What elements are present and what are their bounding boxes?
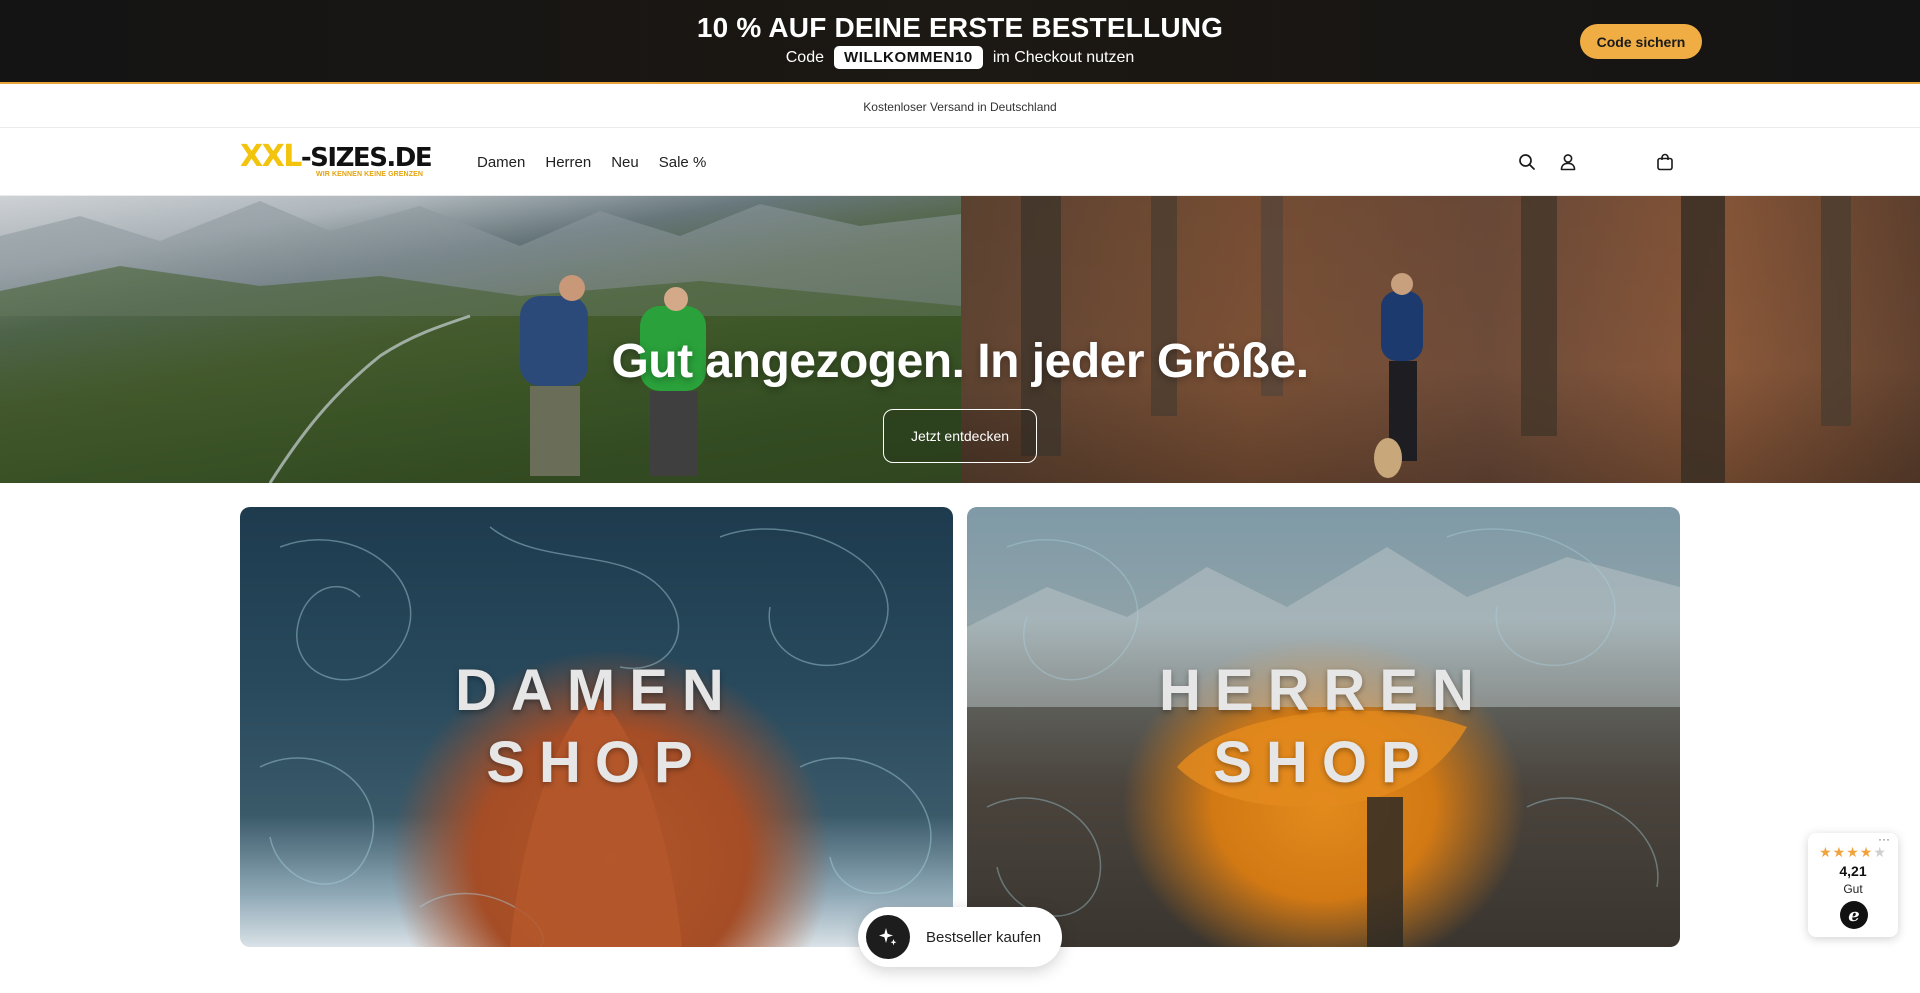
logo-tagline: WIR KENNEN KEINE GRENZEN <box>316 171 424 178</box>
rating-word: Gut <box>1843 882 1863 896</box>
promo-code-suffix: im Checkout nutzen <box>992 48 1135 66</box>
hero-discover-button[interactable]: Jetzt entdecken <box>883 409 1037 463</box>
shipping-bar: Kostenloser Versand in Deutschland <box>0 86 1920 128</box>
star-icon: ★ <box>1846 844 1860 860</box>
herren-title-line2: SHOP <box>1213 730 1434 795</box>
tile-herren-shop[interactable]: HERREN SHOP <box>967 507 1680 947</box>
sparkle-icon <box>866 915 910 959</box>
shipping-text: Kostenloser Versand in Deutschland <box>863 99 1057 114</box>
rating-score: 4,21 <box>1839 863 1867 879</box>
logo-wordmark: XXL-SIZES.DE <box>240 139 458 174</box>
bestseller-button[interactable]: Bestseller kaufen <box>858 907 1062 967</box>
damen-title-line2: SHOP <box>486 730 707 795</box>
save-code-button[interactable]: Code sichern <box>1580 24 1702 59</box>
star-icon: ★ <box>1859 844 1874 860</box>
account-icon[interactable] <box>1556 150 1580 174</box>
star-empty-icon: ★ <box>1873 844 1887 860</box>
nav-item-sale[interactable]: Sale % <box>659 154 707 171</box>
search-icon[interactable] <box>1515 150 1539 174</box>
damen-title-line1: DAMEN <box>455 658 738 723</box>
site-header: XXL-SIZES.DE WIR KENNEN KEINE GRENZEN Da… <box>0 128 1920 196</box>
hero-title: Gut angezogen. In jeder Größe. <box>611 335 1309 388</box>
star-icon: ★ <box>1819 844 1833 860</box>
promo-bar: 10 % AUF DEINE ERSTE BESTELLUNG Code WIL… <box>0 0 1920 84</box>
promo-code-prefix: Code <box>785 48 824 66</box>
site-logo[interactable]: XXL-SIZES.DE WIR KENNEN KEINE GRENZEN <box>240 142 458 182</box>
herren-title-line1: HERREN <box>1159 658 1488 723</box>
bestseller-label: Bestseller kaufen <box>926 928 1042 946</box>
star-icon: ★ <box>1832 844 1847 860</box>
nav-item-damen[interactable]: Damen <box>477 154 525 171</box>
trust-badge[interactable]: ··· ★★★★★ 4,21 Gut e <box>1808 833 1898 937</box>
cart-icon[interactable] <box>1653 150 1677 174</box>
trusted-shops-logo-icon: e <box>1840 901 1868 929</box>
tile-damen-shop[interactable]: DAMEN SHOP <box>240 507 953 947</box>
logo-domain: -SIZES.DE <box>300 143 433 173</box>
main-nav: Damen Herren Neu Sale % <box>477 128 706 196</box>
rating-stars: ★★★★★ <box>1808 844 1898 861</box>
logo-xxl: XXL <box>240 139 302 174</box>
promo-code: WILLKOMMEN10 <box>833 46 983 69</box>
nav-item-herren[interactable]: Herren <box>545 154 591 171</box>
nav-item-neu[interactable]: Neu <box>611 154 639 171</box>
